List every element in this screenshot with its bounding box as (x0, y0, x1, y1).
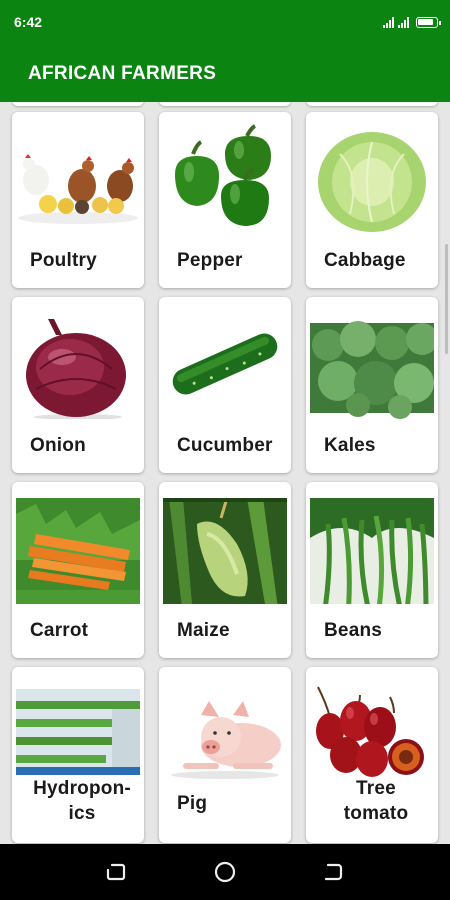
back-icon[interactable] (322, 860, 346, 884)
kales-image (310, 309, 434, 419)
pepper-image (163, 124, 287, 234)
card-label: Kales (324, 435, 376, 456)
status-icons (383, 14, 441, 28)
card-label: Cabbage (324, 250, 406, 271)
card-label: Hydropon- ics (33, 778, 131, 824)
category-grid[interactable]: Poultry Pepper Cabbage Onion Cucumber Ka… (0, 102, 450, 844)
card-cucumber[interactable]: Cucumber (159, 297, 291, 473)
pig-image (163, 679, 287, 789)
hydroponics-image (16, 679, 140, 789)
scrollbar[interactable] (445, 244, 448, 354)
card-label: Poultry (30, 250, 97, 271)
signal-icon (383, 16, 394, 28)
card-label: Onion (30, 435, 86, 456)
cabbage-image (310, 124, 434, 234)
status-time: 6:42 (14, 14, 43, 30)
beans-image (310, 494, 434, 604)
card-pig[interactable]: Pig (159, 667, 291, 843)
maize-image (163, 494, 287, 604)
card-beans[interactable]: Beans (306, 482, 438, 658)
home-icon[interactable] (213, 860, 237, 884)
recents-icon[interactable] (104, 860, 128, 884)
cucumber-image (163, 309, 287, 419)
card-label: Pepper (177, 250, 243, 271)
card-pepper[interactable]: Pepper (159, 112, 291, 288)
signal-icon-2 (398, 16, 409, 28)
card-label: Tree tomato (343, 778, 409, 824)
card-label: Maize (177, 620, 230, 641)
previous-card-edge[interactable] (306, 102, 438, 106)
card-cabbage[interactable]: Cabbage (306, 112, 438, 288)
poultry-image (16, 124, 140, 234)
card-carrot[interactable]: Carrot (12, 482, 144, 658)
system-nav-bar (0, 844, 450, 900)
card-label: Cucumber (177, 435, 273, 456)
card-tree-tomato[interactable]: Tree tomato (306, 667, 438, 843)
card-poultry[interactable]: Poultry (12, 112, 144, 288)
previous-card-edge[interactable] (12, 102, 144, 106)
tree-tomato-image (310, 679, 434, 789)
card-label: Beans (324, 620, 383, 641)
card-label: Pig (177, 793, 208, 814)
carrot-image (16, 494, 140, 604)
onion-image (16, 309, 140, 419)
previous-card-edge[interactable] (159, 102, 291, 106)
status-bar: 6:42 (0, 0, 450, 44)
app-bar: AFRICAN FARMERS (0, 44, 450, 102)
card-label: Carrot (30, 620, 89, 641)
card-kales[interactable]: Kales (306, 297, 438, 473)
card-hydroponics[interactable]: Hydropon- ics (12, 667, 144, 843)
app-title: AFRICAN FARMERS (28, 63, 217, 84)
card-maize[interactable]: Maize (159, 482, 291, 658)
card-onion[interactable]: Onion (12, 297, 144, 473)
battery-icon (416, 17, 441, 28)
